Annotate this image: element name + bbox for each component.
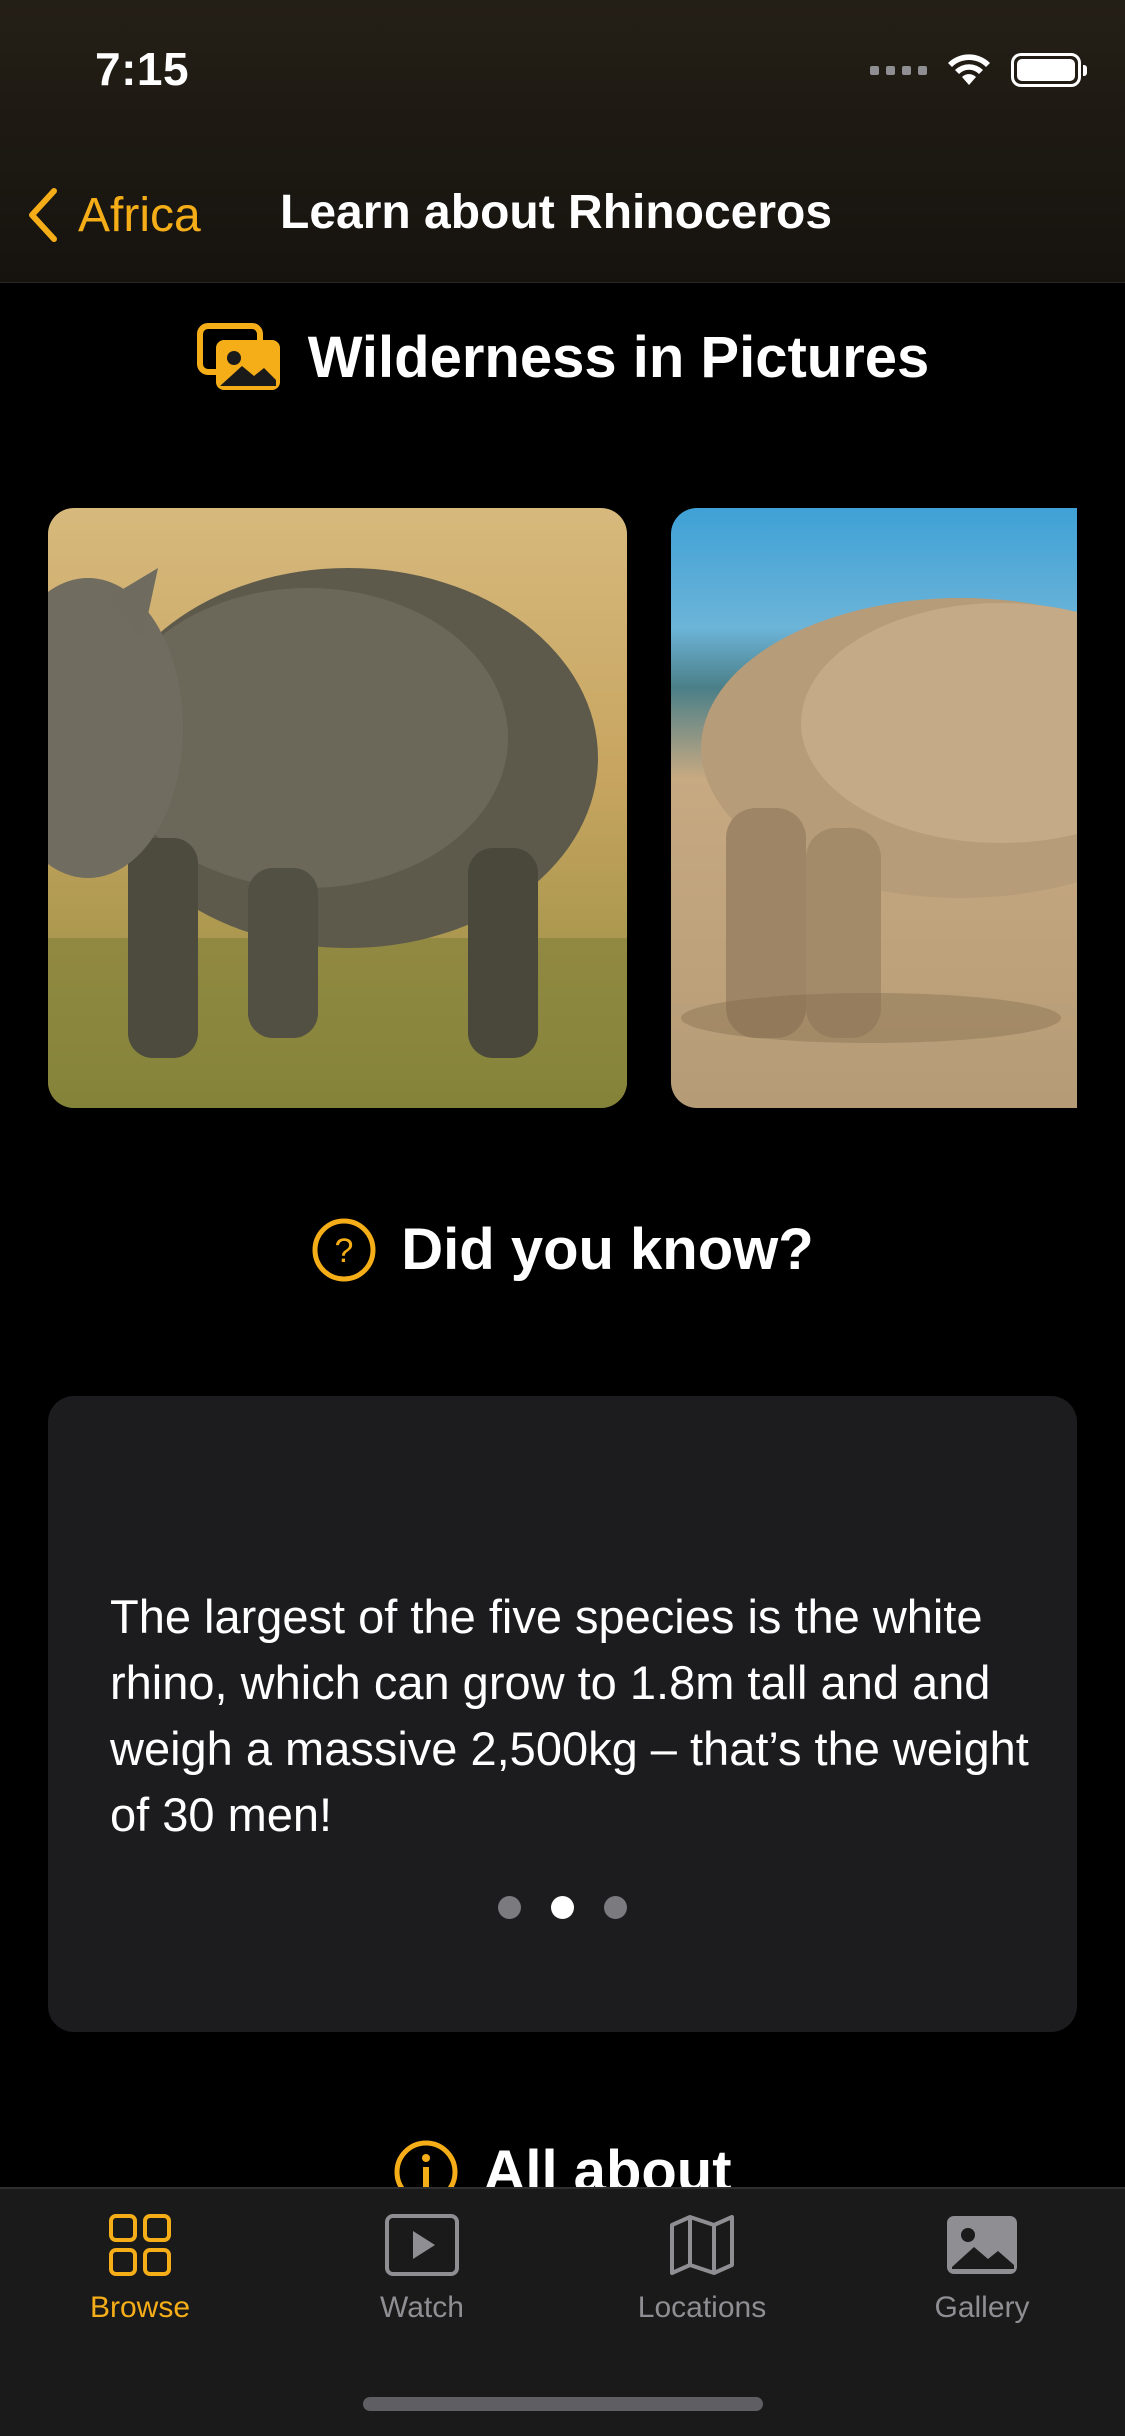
top-bar: 7:15 Africa Learn about Rhinoceros — [0, 0, 1125, 283]
tab-watch[interactable]: Watch — [322, 2213, 522, 2325]
rhino-photo-1[interactable] — [48, 508, 627, 1108]
tab-gallery-label: Gallery — [934, 2291, 1030, 2324]
back-button-label: Africa — [78, 188, 201, 242]
fact-heading: ? Did you know? — [0, 1216, 1125, 1283]
fact-text: The largest of the five species is the w… — [110, 1590, 1029, 1841]
page-indicator[interactable] — [48, 1896, 1077, 1919]
tab-gallery[interactable]: Gallery — [882, 2213, 1082, 2325]
photo-icon — [947, 2216, 1017, 2274]
page-dot-active[interactable] — [551, 1896, 574, 1919]
rhino-photo-grassland — [48, 508, 627, 1108]
fact-card[interactable]: The largest of the five species is the w… — [48, 1396, 1077, 2032]
photos-icon — [196, 323, 280, 390]
tab-locations-label: Locations — [637, 2291, 767, 2324]
tab-browse[interactable]: Browse — [40, 2213, 240, 2325]
cellular-signal-icon — [870, 65, 927, 75]
tab-browse-label: Browse — [89, 2291, 191, 2324]
svg-text:?: ? — [335, 1232, 354, 1270]
gallery-heading-text: Wilderness in Pictures — [307, 324, 930, 390]
tab-locations[interactable]: Locations — [602, 2213, 802, 2325]
gallery-heading: Wilderness in Pictures — [0, 320, 1125, 394]
rhino-photo-blue-sky — [671, 508, 1077, 1108]
screen: 7:15 Africa Learn about Rhinoceros Wilde… — [0, 0, 1125, 2436]
page-dot[interactable] — [498, 1896, 521, 1919]
back-button[interactable]: Africa — [24, 180, 201, 250]
play-icon — [385, 2214, 459, 2276]
chevron-left-icon — [29, 188, 57, 242]
home-indicator[interactable] — [363, 2397, 763, 2411]
battery-icon — [1011, 53, 1087, 87]
grid-icon — [109, 2214, 171, 2276]
page-dot[interactable] — [604, 1896, 627, 1919]
status-icons — [870, 50, 1087, 90]
page-title: Learn about Rhinoceros — [280, 186, 833, 239]
wifi-icon — [948, 54, 990, 85]
question-circle-icon: ? — [312, 1218, 376, 1281]
fact-heading-text: Did you know? — [401, 1217, 814, 1282]
status-time: 7:15 — [95, 43, 190, 95]
rhino-photo-2[interactable] — [671, 508, 1077, 1108]
tab-watch-label: Watch — [380, 2291, 464, 2324]
map-icon — [670, 2215, 734, 2275]
